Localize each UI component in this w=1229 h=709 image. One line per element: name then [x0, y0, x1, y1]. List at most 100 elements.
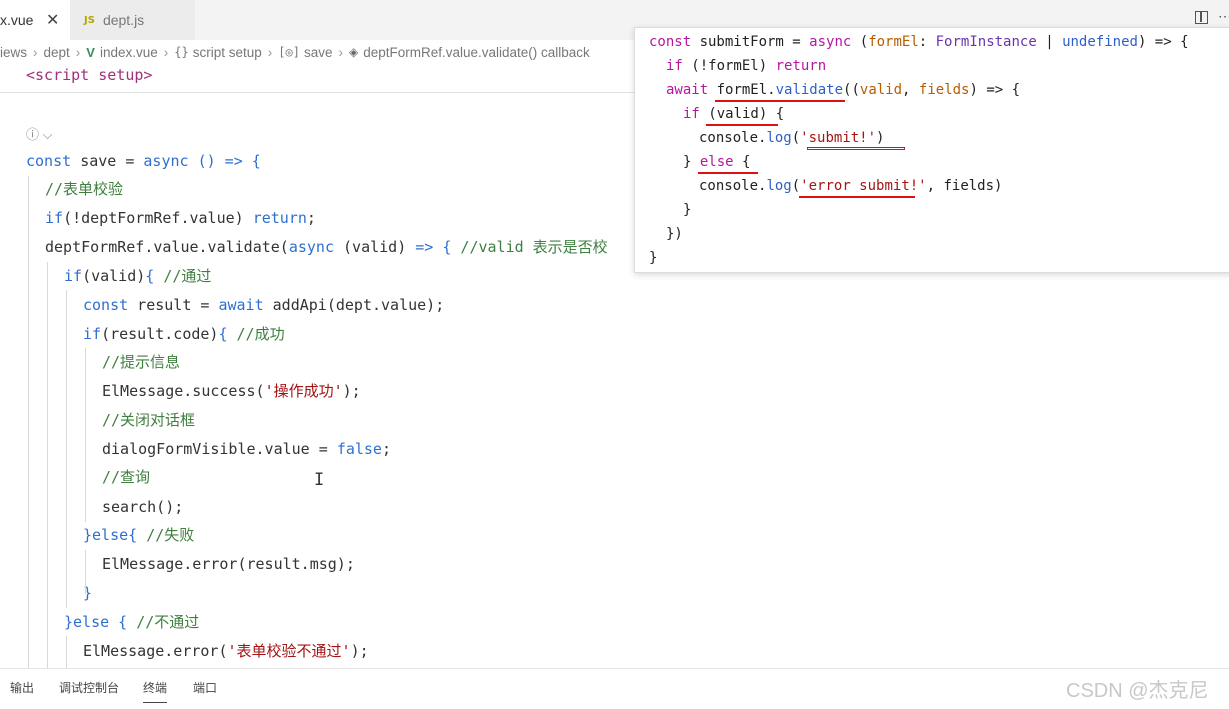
snippet-token: ) => {: [1137, 34, 1189, 50]
code-line[interactable]: <script setup>: [26, 62, 152, 88]
code-token: (valid): [82, 267, 146, 285]
code-token: ;: [381, 440, 391, 458]
snippet-token: :: [918, 34, 936, 50]
code-line[interactable]: //表单校验: [45, 176, 123, 202]
code-line[interactable]: dialogFormVisible.value = false;: [102, 436, 391, 462]
code-token: false: [336, 440, 382, 458]
code-line[interactable]: //关闭对话框: [102, 407, 195, 433]
code-line[interactable]: ElMessage.success('操作成功');: [102, 378, 361, 404]
snippet-token: (: [851, 34, 869, 50]
chevron-right-icon: ›: [267, 44, 273, 60]
snippet-token: return: [775, 58, 827, 74]
code-token: const: [26, 152, 81, 170]
code-token: addApi(dept.value);: [263, 296, 445, 314]
code-token: => {: [415, 238, 452, 256]
code-line[interactable]: ElMessage.error('表单校验不通过');: [83, 638, 369, 664]
breadcrumb-item-callback[interactable]: ◈ deptFormRef.value.validate() callback: [349, 45, 590, 60]
snippet-token: |: [1036, 34, 1063, 50]
snippet-token: else: [699, 154, 734, 170]
code-token: dialogFormVisible.value =: [102, 440, 337, 458]
split-editor-icon[interactable]: [1195, 11, 1208, 24]
code-token: (result.code): [101, 325, 219, 343]
tab-index-vue[interactable]: x.vue ✕: [0, 0, 70, 40]
snippet-token: ) => {: [969, 82, 1021, 98]
snippet-line: } else {: [683, 151, 750, 173]
code-token: ElMessage.error(result.msg);: [102, 555, 355, 573]
code-token: if: [64, 267, 83, 285]
code-line[interactable]: if(!deptFormRef.value) return;: [45, 205, 316, 231]
code-token: {: [109, 613, 128, 631]
code-line[interactable]: const result = await addApi(dept.value);: [83, 292, 444, 318]
snippet-line: console.log('submit!'): [699, 127, 884, 149]
code-token: //valid 表示是否校: [451, 238, 608, 256]
indent-guide: [28, 176, 29, 668]
snippet-line: if (!formEl) return: [666, 55, 826, 77]
braces-icon: {}: [174, 45, 189, 59]
snippet-token: }: [683, 154, 700, 170]
code-line[interactable]: //查询: [102, 464, 150, 490]
snippet-line: }: [683, 199, 691, 221]
breadcrumb-item-save[interactable]: [◎] save: [278, 45, 332, 60]
panel-tab-terminal[interactable]: 终端: [143, 679, 168, 703]
code-token: //查询: [102, 468, 151, 486]
code-token: }: [64, 613, 74, 631]
code-line[interactable]: //提示信息: [102, 349, 180, 375]
code-token: <script setup>: [26, 66, 153, 84]
sticky-scroll-divider: [0, 92, 640, 93]
code-token: {: [128, 526, 138, 544]
snippet-token: if: [683, 106, 700, 122]
breadcrumb-item-index-vue[interactable]: Vindex.vue: [86, 45, 157, 60]
snippet-token: log: [766, 178, 792, 194]
code-token: return: [252, 209, 307, 227]
code-token: {: [218, 325, 228, 343]
snippet-token: (: [791, 130, 801, 146]
snippet-token: console.: [699, 178, 767, 194]
code-token: if: [83, 325, 102, 343]
breadcrumb-item-script-setup[interactable]: {} script setup: [174, 45, 261, 60]
reference-code-snippet: const submitForm = async (formEl: FormIn…: [634, 27, 1229, 273]
code-line[interactable]: if(result.code){ //成功: [83, 321, 285, 347]
variable-icon: [◎]: [278, 45, 300, 59]
more-actions-icon[interactable]: ⋯: [1218, 8, 1229, 25]
code-line[interactable]: search();: [102, 494, 183, 520]
code-line[interactable]: }else{ //失败: [83, 522, 194, 548]
snippet-line: }): [666, 223, 683, 245]
snippet-token: (: [791, 178, 801, 194]
breadcrumb-item-views[interactable]: iews: [0, 45, 27, 60]
code-token: search();: [102, 498, 184, 516]
code-line[interactable]: if(valid){ //通过: [64, 263, 211, 289]
breadcrumb-item-dept[interactable]: dept: [44, 45, 70, 60]
snippet-token: {: [733, 154, 751, 170]
code-line[interactable]: deptFormRef.value.validate(async (valid)…: [45, 234, 608, 260]
code-token: //关闭对话框: [102, 411, 196, 429]
code-token: );: [342, 382, 361, 400]
snippet-token: submitForm: [699, 34, 784, 50]
code-line[interactable]: }else { //不通过: [64, 609, 199, 635]
code-token: async: [288, 238, 334, 256]
code-token: (!deptFormRef.value): [63, 209, 253, 227]
code-line[interactable]: const save = async () => {: [26, 148, 261, 174]
tab-dept-js[interactable]: JS dept.js: [70, 0, 195, 40]
snippet-token: await: [666, 82, 709, 98]
snippet-token: (valid) {: [699, 106, 785, 122]
code-token: save =: [80, 152, 144, 170]
code-token: ElMessage.error(: [83, 642, 228, 660]
method-cube-icon: ◈: [348, 45, 359, 59]
code-line[interactable]: ElMessage.error(result.msg);: [102, 551, 355, 577]
panel-tab-debug-console[interactable]: 调试控制台: [59, 679, 119, 696]
code-token: '操作成功': [264, 382, 343, 400]
code-token: ;: [306, 209, 316, 227]
panel-tab-output[interactable]: 输出: [10, 679, 34, 696]
code-token: {: [145, 267, 155, 285]
chevron-right-icon: ›: [163, 44, 169, 60]
snippet-token: undefined: [1062, 34, 1138, 50]
panel-tab-ports[interactable]: 端口: [193, 679, 217, 696]
close-icon[interactable]: ✕: [46, 10, 59, 30]
snippet-token: , fields): [926, 178, 1003, 194]
indent-guide: [66, 290, 67, 608]
code-token: (valid): [334, 238, 416, 256]
code-token: () => {: [188, 152, 261, 170]
code-token: if: [45, 209, 64, 227]
snippet-token: }: [683, 202, 692, 218]
fold-hint-icon[interactable]: ⓘ ⌵: [26, 124, 52, 143]
